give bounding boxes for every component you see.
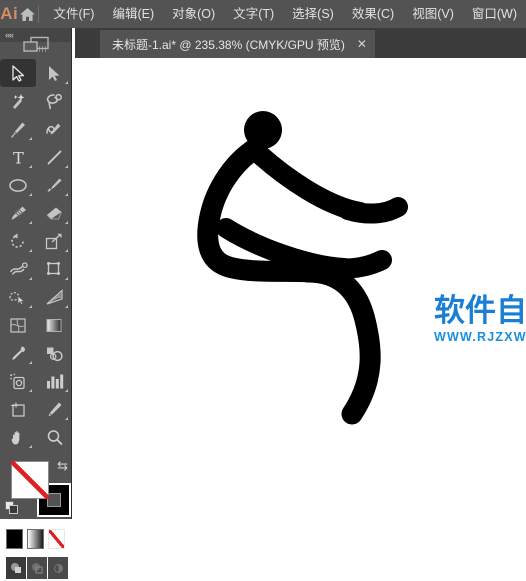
flyout-indicator-icon	[29, 193, 32, 196]
paintbrush-tool[interactable]	[36, 171, 72, 199]
flyout-indicator-icon	[65, 193, 68, 196]
color-button[interactable]	[6, 529, 23, 549]
draw-mode-button-row	[0, 557, 72, 581]
figure-arm-lower-hand	[334, 260, 382, 269]
perspective-grid-tool[interactable]	[36, 283, 72, 311]
menu-file[interactable]: 文件(F)	[45, 0, 104, 28]
blend-tool[interactable]	[36, 339, 72, 367]
flyout-indicator-icon	[29, 445, 32, 448]
lasso-tool[interactable]	[36, 87, 72, 115]
color-mode-button-row	[0, 529, 72, 553]
stroke-swatch-hole	[47, 493, 61, 507]
gradient-tool[interactable]	[36, 311, 72, 339]
document-canvas[interactable]: 软件自学网 WWW.RJZXW.COM	[76, 58, 526, 545]
gradient-button[interactable]	[27, 529, 44, 549]
menu-effect[interactable]: 效果(C)	[343, 0, 403, 28]
symbol-sprayer-tool[interactable]	[0, 367, 36, 395]
default-fill-stroke-icon[interactable]	[5, 501, 19, 520]
shaper-tool[interactable]	[0, 199, 36, 227]
eyedropper-tool[interactable]	[0, 339, 36, 367]
flyout-indicator-icon	[65, 277, 68, 280]
flyout-indicator-icon	[65, 249, 68, 252]
illustrator-window: Ai 文件(F) 编辑(E) 对象(O) 文字(T) 选择(S) 效果(C) 视…	[0, 0, 526, 545]
menu-select[interactable]: 选择(S)	[283, 0, 343, 28]
draw-inside-button[interactable]	[48, 557, 68, 579]
scale-tool[interactable]	[36, 227, 72, 255]
figure-leg	[308, 272, 370, 414]
menu-divider	[38, 5, 39, 23]
close-icon[interactable]: ✕	[357, 38, 367, 50]
home-icon[interactable]	[19, 0, 36, 28]
artboard-tool[interactable]	[0, 395, 36, 423]
flyout-indicator-icon	[65, 389, 68, 392]
flyout-indicator-icon	[29, 361, 32, 364]
flyout-indicator-icon	[65, 165, 68, 168]
toolbox-panel: ««	[0, 28, 72, 519]
column-graph-tool[interactable]	[36, 367, 72, 395]
swap-fill-stroke-icon[interactable]: ⇆	[57, 459, 68, 472]
curvature-tool[interactable]	[36, 115, 72, 143]
fill-stroke-controls: ⇆	[0, 457, 72, 525]
ellipse-tool[interactable]	[0, 171, 36, 199]
draw-behind-button[interactable]	[27, 557, 47, 579]
document-tab[interactable]: 未标题-1.ai* @ 235.38% (CMYK/GPU 预览) ✕	[100, 30, 375, 58]
shape-builder-tool[interactable]	[0, 283, 36, 311]
width-tool[interactable]	[0, 255, 36, 283]
flyout-indicator-icon	[65, 81, 68, 84]
draw-normal-button[interactable]	[6, 557, 26, 579]
change-screen-mode-button[interactable]	[0, 28, 72, 62]
pen-tool[interactable]	[0, 115, 36, 143]
menu-window[interactable]: 窗口(W)	[463, 0, 526, 28]
flyout-indicator-icon	[29, 277, 32, 280]
rotate-tool[interactable]	[0, 227, 36, 255]
tool-grid: T	[0, 59, 71, 451]
flyout-indicator-icon	[65, 417, 68, 420]
menu-item-list: 文件(F) 编辑(E) 对象(O) 文字(T) 选择(S) 效果(C) 视图(V…	[45, 0, 526, 28]
document-tab-strip: 未标题-1.ai* @ 235.38% (CMYK/GPU 预览) ✕	[75, 28, 526, 58]
svg-text:T: T	[13, 149, 24, 166]
slice-tool[interactable]	[36, 395, 72, 423]
fill-none-slash-icon	[11, 461, 49, 499]
menu-edit[interactable]: 编辑(E)	[103, 0, 163, 28]
flyout-indicator-icon	[29, 137, 32, 140]
flyout-indicator-icon	[29, 249, 32, 252]
magic-wand-tool[interactable]	[0, 87, 36, 115]
flyout-indicator-icon	[29, 221, 32, 224]
menu-object[interactable]: 对象(O)	[163, 0, 224, 28]
line-segment-tool[interactable]	[36, 143, 72, 171]
menu-view[interactable]: 视图(V)	[403, 0, 463, 28]
zoom-tool[interactable]	[36, 423, 72, 451]
figure-arm-upper-hand	[348, 207, 398, 214]
app-logo: Ai	[0, 0, 19, 28]
mesh-tool[interactable]	[0, 311, 36, 339]
menu-bar: Ai 文件(F) 编辑(E) 对象(O) 文字(T) 选择(S) 效果(C) 视…	[0, 0, 526, 28]
eraser-tool[interactable]	[36, 199, 72, 227]
flyout-indicator-icon	[65, 221, 68, 224]
free-transform-tool[interactable]	[36, 255, 72, 283]
document-tab-label: 未标题-1.ai* @ 235.38% (CMYK/GPU 预览)	[112, 36, 345, 53]
flyout-indicator-icon	[29, 165, 32, 168]
menu-type[interactable]: 文字(T)	[224, 0, 283, 28]
flyout-indicator-icon	[65, 305, 68, 308]
flyout-indicator-icon	[29, 305, 32, 308]
direct-selection-tool[interactable]	[36, 59, 72, 87]
stick-figure-artwork[interactable]	[76, 58, 526, 545]
fill-swatch[interactable]	[11, 461, 49, 499]
type-tool[interactable]: T	[0, 143, 36, 171]
hand-tool[interactable]	[0, 423, 36, 451]
flyout-indicator-icon	[29, 389, 32, 392]
selection-tool[interactable]	[0, 59, 36, 87]
none-button[interactable]	[48, 529, 65, 549]
